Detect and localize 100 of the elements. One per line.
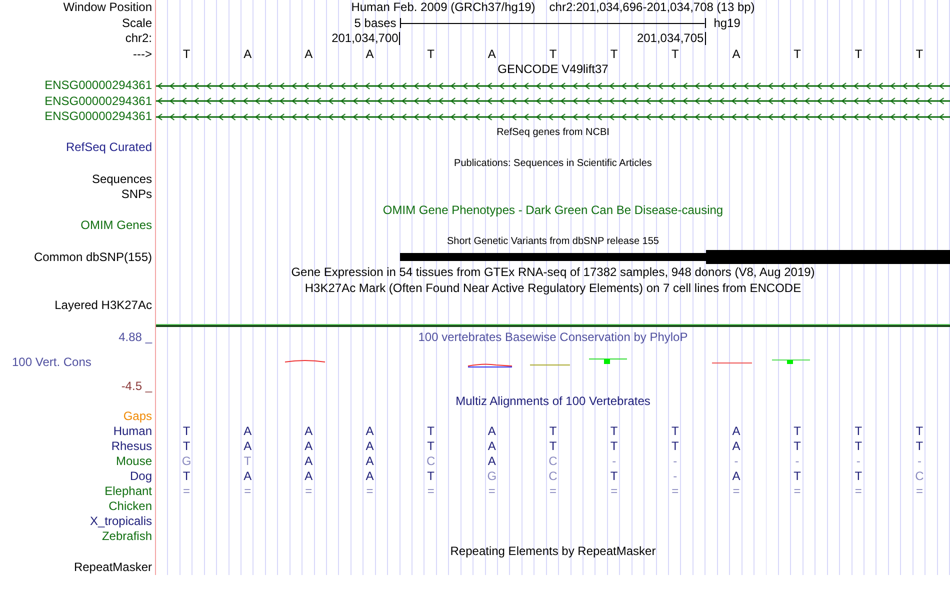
base-letter: A — [488, 46, 496, 62]
alignment-base: T — [610, 424, 618, 440]
species-label: Dog — [130, 469, 152, 484]
alignment-base: A — [304, 424, 313, 440]
track-label: 100 Vert. Cons — [11, 354, 92, 370]
base-letter: T — [854, 46, 862, 62]
gene-label[interactable]: ENSG00000294361 — [44, 94, 152, 108]
alignment-base: T — [854, 469, 862, 484]
alignment-base: T — [671, 424, 679, 440]
variant-bar[interactable] — [400, 253, 706, 262]
base-letter: T — [610, 46, 618, 62]
alignment-base: - — [795, 454, 800, 470]
alignment-base: A — [488, 439, 496, 454]
position-range: chr2:201,034,696-201,034,708 (13 bp) — [549, 0, 755, 16]
axis-min-label: -4.5 _ — [121, 379, 152, 394]
base-letter: A — [304, 46, 313, 62]
base-letter: T — [549, 46, 557, 62]
alignment-base: A — [366, 439, 374, 454]
alignment-base: A — [488, 424, 496, 440]
alignment-base: C — [915, 469, 924, 484]
alignment-base: C — [548, 469, 558, 484]
coordinate-tick: 201,034,705 — [636, 32, 706, 46]
track-label: RefSeq Curated — [66, 140, 152, 154]
alignment-base: T — [182, 439, 190, 454]
alignment-base: A — [732, 439, 740, 454]
alignment-base: - — [612, 454, 616, 470]
alignment-base: = — [854, 484, 862, 500]
base-letter: T — [427, 46, 434, 62]
alignment-base: - — [856, 454, 860, 470]
alignment-base: T — [854, 424, 862, 440]
alignment-base: = — [794, 484, 801, 500]
alignment-base: T — [427, 469, 434, 484]
track-title: 100 vertebrates Basewise Conservation by PhyloP — [418, 329, 688, 346]
alignment-base: = — [672, 484, 679, 500]
alignment-base: G — [182, 454, 192, 470]
alignment-base: C — [426, 454, 436, 470]
track-title: OMIM Gene Phenotypes - Dark Green Can Be Disease-causing — [382, 202, 724, 218]
alignment-base: = — [732, 484, 740, 500]
species-label: Mouse — [116, 454, 152, 468]
alignment-base: = — [305, 484, 312, 500]
alignment-base: A — [732, 424, 740, 440]
species-label: Chicken — [108, 499, 152, 514]
alignment-base: A — [244, 424, 252, 440]
alignment-base: A — [366, 424, 374, 440]
alignment-base: A — [366, 454, 374, 470]
alignment-base: A — [244, 439, 252, 454]
track-title: H3K27Ac Mark (Often Found Near Active Regulatory Elements) on 7 cell lines from ENCODE — [304, 280, 802, 296]
alignment-base: A — [244, 469, 252, 484]
alignment-base: = — [244, 484, 252, 500]
coordinate-tick: 201,034,700 — [332, 32, 400, 46]
alignment-base: T — [549, 439, 557, 454]
track-label: chr2: — [125, 31, 152, 46]
alignment-base: - — [673, 454, 678, 470]
track-label: Scale — [122, 16, 152, 30]
alignment-base: = — [427, 484, 434, 500]
species-label: Zebrafish — [102, 529, 152, 544]
base-letter: T — [916, 46, 924, 62]
alignment-base: T — [794, 439, 801, 454]
strand-label: ---> — [133, 46, 152, 61]
variant-bar[interactable] — [706, 250, 950, 264]
alignment-base: G — [487, 469, 497, 484]
alignment-base: - — [734, 454, 738, 470]
alignment-base: - — [917, 454, 922, 470]
track-label: RepeatMasker — [74, 560, 152, 574]
track-label: Window Position — [63, 0, 152, 14]
track-label: SNPs — [121, 187, 152, 202]
axis-max-label: 4.88 _ — [118, 330, 152, 346]
track-title: Short Genetic Variants from dbSNP release 155 — [447, 234, 659, 249]
base-letter: T — [671, 46, 679, 62]
alignment-base: = — [610, 484, 618, 500]
alignment-base: T — [916, 439, 924, 454]
track-label: OMIM Genes — [80, 218, 152, 232]
alignment-base: A — [304, 469, 313, 484]
alignment-base: T — [854, 439, 862, 454]
assembly-name: hg19 — [712, 16, 740, 32]
track-label: Gaps — [123, 409, 152, 424]
base-letter: A — [732, 46, 740, 62]
species-label: Human — [113, 424, 152, 438]
base-letter: A — [244, 46, 252, 62]
gene-label[interactable]: ENSG00000294361 — [44, 109, 152, 124]
base-letter: A — [366, 46, 374, 62]
alignment-base: = — [183, 484, 190, 500]
base-letter: T — [182, 46, 190, 62]
gene-label[interactable]: ENSG00000294361 — [44, 78, 152, 92]
track-label: Common dbSNP(155) — [34, 250, 152, 264]
alignment-base: T — [427, 424, 434, 440]
alignment-base: T — [610, 439, 618, 454]
alignment-base: T — [671, 439, 679, 454]
track-label: Sequences — [92, 172, 152, 186]
alignment-base: = — [366, 484, 374, 500]
alignment-base: A — [732, 469, 740, 484]
track-title: Publications: Sequences in Scientific Articles — [454, 156, 652, 171]
alignment-base: = — [916, 484, 923, 500]
alignment-base: A — [366, 469, 374, 484]
track-label: Layered H3K27Ac — [54, 298, 152, 312]
species-label: Rhesus — [111, 439, 152, 454]
track-title: RefSeq genes from NCBI — [496, 126, 610, 140]
species-label: Elephant — [104, 484, 152, 498]
alignment-base: A — [304, 454, 313, 470]
track-title: Repeating Elements by RepeatMasker — [450, 544, 656, 560]
